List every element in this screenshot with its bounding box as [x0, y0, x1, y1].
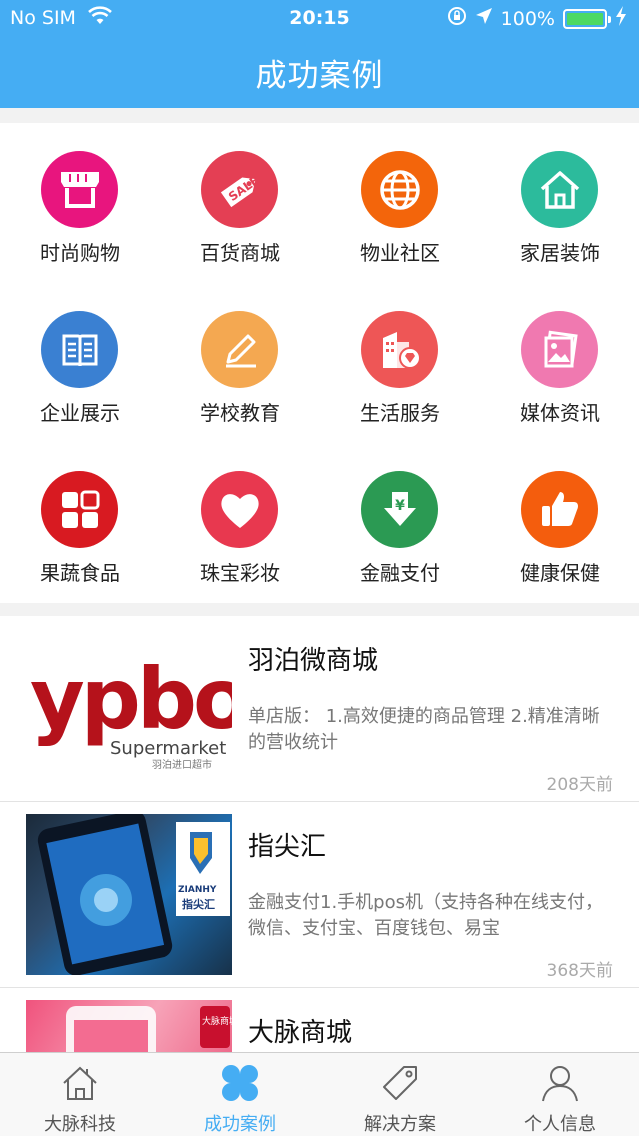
heart-icon [201, 471, 278, 548]
category-label: 时尚购物 [40, 241, 120, 265]
status-bar: No SIM 20:15 100% [0, 0, 639, 36]
app-screen: No SIM 20:15 100% 成功案例 时尚购物 SALE 百货商城 物业… [0, 0, 639, 1136]
logo-text: ypbo [30, 650, 232, 748]
tab-solutions[interactable]: 解决方案 [320, 1053, 480, 1136]
shop-icon [41, 151, 118, 228]
tab-label: 成功案例 [204, 1114, 276, 1135]
yen-download-icon: ¥ [361, 471, 438, 548]
case-name: 指尖汇 [248, 832, 327, 862]
category-department-store[interactable]: SALE 百货商城 [160, 123, 320, 283]
tab-damai-tech[interactable]: 大脉科技 [0, 1053, 160, 1136]
category-enterprise[interactable]: 企业展示 [0, 283, 160, 443]
case-time-ago: 368天前 [546, 961, 613, 981]
home-icon [521, 151, 598, 228]
case-desc: 单店版： 1.高效便捷的商品管理 2.精准清晰的营收统计 [248, 706, 600, 753]
logo-sub: Supermarket [110, 738, 226, 759]
tab-label: 大脉科技 [44, 1114, 116, 1135]
gallery-icon [521, 311, 598, 388]
clover-icon [220, 1063, 260, 1103]
category-shopping[interactable]: 时尚购物 [0, 123, 160, 283]
category-grid: 时尚购物 SALE 百货商城 物业社区 家居装饰 企业展示 学校教育 生活服务 … [0, 123, 639, 603]
case-list: ypbo Supermarket 羽泊进口超市 羽泊微商城 单店版： 1.高效便… [0, 616, 639, 1056]
category-jewelry-cosmetics[interactable]: 珠宝彩妆 [160, 443, 320, 603]
building-icon [361, 311, 438, 388]
case-image-damai: 大脉商城 [26, 1000, 232, 1056]
category-fruit-food[interactable]: 果蔬食品 [0, 443, 160, 603]
tab-personal-info[interactable]: 个人信息 [480, 1053, 639, 1136]
status-right: 100% [447, 6, 627, 31]
category-label: 媒体资讯 [520, 401, 600, 425]
person-icon [540, 1063, 580, 1103]
header: No SIM 20:15 100% 成功案例 [0, 0, 639, 108]
battery-icon [563, 8, 611, 29]
category-home-decor[interactable]: 家居装饰 [480, 123, 639, 283]
category-label: 健康保健 [520, 561, 600, 585]
book-icon [41, 311, 118, 388]
logo-text: ZIANHY [178, 885, 217, 895]
charging-icon [615, 6, 627, 31]
case-name: 羽泊微商城 [248, 646, 379, 676]
globe-icon [361, 151, 438, 228]
category-label: 物业社区 [360, 241, 440, 265]
tab-bar: 大脉科技 成功案例 解决方案 个人信息 [0, 1052, 639, 1136]
category-label: 家居装饰 [520, 241, 600, 265]
category-label: 生活服务 [360, 401, 440, 425]
pencil-icon [201, 311, 278, 388]
category-media-news[interactable]: 媒体资讯 [480, 283, 639, 443]
case-desc: 金融支付1.手机pos机（支持各种在线支付，微信、支付宝、百度钱包、易宝 [248, 892, 603, 939]
list-item[interactable]: ZIANHY 指尖汇 指尖汇 金融支付1.手机pos机（支持各种在线支付，微信、… [0, 802, 639, 988]
page-title: 成功案例 [255, 58, 384, 94]
location-icon [475, 7, 493, 30]
tab-label: 个人信息 [524, 1114, 596, 1135]
apps-icon [41, 471, 118, 548]
tag-icon [380, 1063, 420, 1103]
category-school-education[interactable]: 学校教育 [160, 283, 320, 443]
category-label: 金融支付 [360, 561, 440, 585]
tab-label: 解决方案 [364, 1114, 436, 1135]
home-outline-icon [60, 1063, 100, 1103]
category-label: 珠宝彩妆 [200, 561, 280, 585]
category-label: 果蔬食品 [40, 561, 120, 585]
category-finance-payment[interactable]: ¥ 金融支付 [320, 443, 480, 603]
logo-sub2: 羽泊进口超市 [152, 758, 212, 771]
tab-success-cases[interactable]: 成功案例 [160, 1053, 320, 1136]
rotation-lock-icon [447, 6, 467, 31]
category-property-community[interactable]: 物业社区 [320, 123, 480, 283]
category-label: 百货商城 [200, 241, 280, 265]
list-item[interactable]: 大脉商城 大脉商城 [0, 988, 639, 1056]
battery-percent: 100% [500, 7, 555, 30]
case-name: 大脉商城 [248, 1018, 353, 1048]
sale-tag-icon: SALE [201, 151, 278, 228]
case-image-zhijianhui: ZIANHY 指尖汇 [26, 814, 232, 975]
category-health-care[interactable]: 健康保健 [480, 443, 639, 603]
category-label: 学校教育 [200, 401, 280, 425]
case-time-ago: 208天前 [546, 775, 613, 795]
list-item[interactable]: ypbo Supermarket 羽泊进口超市 羽泊微商城 单店版： 1.高效便… [0, 616, 639, 802]
case-logo-ypbo: ypbo Supermarket 羽泊进口超市 [26, 628, 232, 789]
category-label: 企业展示 [40, 401, 120, 425]
category-life-service[interactable]: 生活服务 [320, 283, 480, 443]
logo-text: 大脉商城 [202, 1015, 232, 1027]
logo-sub: 指尖汇 [182, 897, 215, 911]
thumbs-up-icon [521, 471, 598, 548]
svg-text:¥: ¥ [395, 498, 405, 514]
